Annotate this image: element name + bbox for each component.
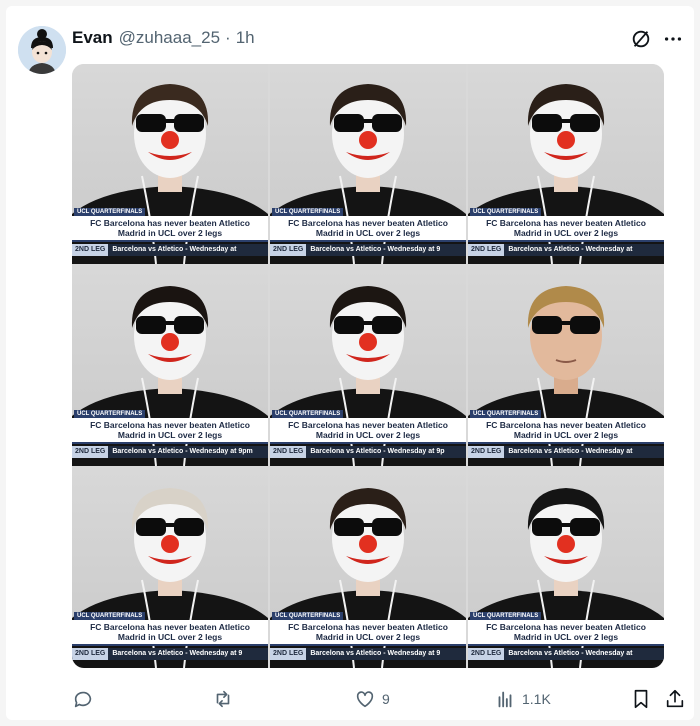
chyron-headline: FC Barcelona has never beaten Atletico M… [270, 620, 466, 646]
like-button[interactable]: 9 [354, 688, 390, 710]
chyron-ticker-text: Barcelona vs Atletico - Wednesday at 9 [310, 650, 441, 657]
chyron-headline: FC Barcelona has never beaten Atletico M… [468, 216, 664, 242]
media-tile[interactable]: UCL QUARTERFINALS FC Barcelona has never … [72, 64, 268, 264]
chyron-headline: FC Barcelona has never beaten Atletico M… [72, 216, 268, 242]
chyron-ticker: 2ND LEG Barcelona vs Atletico - Wednesday… [270, 244, 466, 256]
news-chyron: UCL QUARTERFINALS FC Barcelona has never … [72, 410, 268, 458]
chyron-headline: FC Barcelona has never beaten Atletico M… [468, 418, 664, 444]
chyron-ticker: 2ND LEG Barcelona vs Atletico - Wednesday… [468, 648, 664, 660]
more-icon[interactable] [662, 28, 684, 50]
chyron-leg: 2ND LEG [72, 446, 109, 458]
post-header: Evan @zuhaaa_25 · 1h [72, 26, 255, 50]
media-tile[interactable]: UCL QUARTERFINALS FC Barcelona has never … [72, 266, 268, 466]
news-chyron: UCL QUARTERFINALS FC Barcelona has never … [468, 208, 664, 256]
chyron-ticker-text: Barcelona vs Atletico - Wednesday at [112, 246, 237, 253]
likes-count: 9 [382, 691, 390, 707]
bookmark-icon [634, 689, 648, 709]
news-chyron: UCL QUARTERFINALS FC Barcelona has never … [270, 612, 466, 660]
media-tile[interactable]: UCL QUARTERFINALS FC Barcelona has never … [468, 468, 664, 668]
chyron-ticker-text: Barcelona vs Atletico - Wednesday at 9p [310, 448, 445, 455]
avatar[interactable] [18, 26, 66, 74]
chyron-leg: 2ND LEG [270, 244, 307, 256]
news-chyron: UCL QUARTERFINALS FC Barcelona has never … [468, 410, 664, 458]
repost-icon [216, 690, 230, 708]
reply-button[interactable] [72, 688, 94, 710]
chyron-ticker: 2ND LEG Barcelona vs Atletico - Wednesday… [270, 648, 466, 660]
news-chyron: UCL QUARTERFINALS FC Barcelona has never … [72, 208, 268, 256]
share-icon [666, 689, 684, 708]
grok-icon[interactable] [630, 28, 652, 50]
author-handle[interactable]: @zuhaaa_25 [119, 28, 220, 48]
like-icon [356, 691, 374, 708]
news-chyron: UCL QUARTERFINALS FC Barcelona has never … [72, 612, 268, 660]
chyron-leg: 2ND LEG [72, 648, 109, 660]
views-icon [498, 691, 512, 708]
views-button[interactable]: 1.1K [494, 688, 551, 710]
chyron-leg: 2ND LEG [270, 648, 307, 660]
media-tile[interactable]: UCL QUARTERFINALS FC Barcelona has never … [72, 468, 268, 668]
repost-button[interactable] [212, 688, 234, 710]
chyron-ticker-text: Barcelona vs Atletico - Wednesday at 9 [112, 650, 243, 657]
post-time[interactable]: 1h [236, 28, 255, 48]
media-grid[interactable]: UCL QUARTERFINALS FC Barcelona has never … [72, 64, 664, 668]
chyron-ticker-text: Barcelona vs Atletico - Wednesday at [508, 448, 633, 455]
separator: · [225, 28, 231, 47]
news-chyron: UCL QUARTERFINALS FC Barcelona has never … [270, 410, 466, 458]
chyron-ticker-text: Barcelona vs Atletico - Wednesday at [508, 246, 633, 253]
chyron-ticker: 2ND LEG Barcelona vs Atletico - Wednesday… [72, 244, 268, 256]
share-button[interactable] [664, 688, 686, 710]
chyron-leg: 2ND LEG [72, 244, 109, 256]
chyron-ticker-text: Barcelona vs Atletico - Wednesday at 9 [310, 246, 441, 253]
chyron-ticker: 2ND LEG Barcelona vs Atletico - Wednesday… [72, 648, 268, 660]
bookmark-button[interactable] [630, 688, 652, 710]
chyron-leg: 2ND LEG [468, 244, 505, 256]
chyron-headline: FC Barcelona has never beaten Atletico M… [72, 620, 268, 646]
chyron-headline: FC Barcelona has never beaten Atletico M… [270, 418, 466, 444]
chyron-leg: 2ND LEG [468, 648, 505, 660]
news-chyron: UCL QUARTERFINALS FC Barcelona has never … [270, 208, 466, 256]
chyron-leg: 2ND LEG [270, 446, 307, 458]
chyron-ticker: 2ND LEG Barcelona vs Atletico - Wednesday… [468, 446, 664, 458]
chyron-headline: FC Barcelona has never beaten Atletico M… [270, 216, 466, 242]
media-tile[interactable]: UCL QUARTERFINALS FC Barcelona has never … [270, 64, 466, 264]
chyron-ticker: 2ND LEG Barcelona vs Atletico - Wednesday… [72, 446, 268, 458]
chyron-headline: FC Barcelona has never beaten Atletico M… [468, 620, 664, 646]
reply-icon [74, 691, 92, 708]
media-tile[interactable]: UCL QUARTERFINALS FC Barcelona has never … [270, 468, 466, 668]
media-tile[interactable]: UCL QUARTERFINALS FC Barcelona has never … [468, 64, 664, 264]
chyron-ticker: 2ND LEG Barcelona vs Atletico - Wednesday… [270, 446, 466, 458]
chyron-leg: 2ND LEG [468, 446, 505, 458]
news-chyron: UCL QUARTERFINALS FC Barcelona has never … [468, 612, 664, 660]
chyron-ticker-text: Barcelona vs Atletico - Wednesday at [508, 650, 633, 657]
post-card: Evan @zuhaaa_25 · 1h UCL QUARTERFINALS FC… [6, 6, 694, 720]
author-name[interactable]: Evan [72, 28, 113, 48]
chyron-ticker: 2ND LEG Barcelona vs Atletico - Wednesday… [468, 244, 664, 256]
media-tile[interactable]: UCL QUARTERFINALS FC Barcelona has never … [270, 266, 466, 466]
chyron-ticker-text: Barcelona vs Atletico - Wednesday at 9pm [112, 448, 253, 455]
views-count: 1.1K [522, 691, 551, 707]
avatar-icon [18, 26, 66, 74]
chyron-headline: FC Barcelona has never beaten Atletico M… [72, 418, 268, 444]
media-tile[interactable]: UCL QUARTERFINALS FC Barcelona has never … [468, 266, 664, 466]
action-bar: 9 1.1K [72, 684, 690, 714]
